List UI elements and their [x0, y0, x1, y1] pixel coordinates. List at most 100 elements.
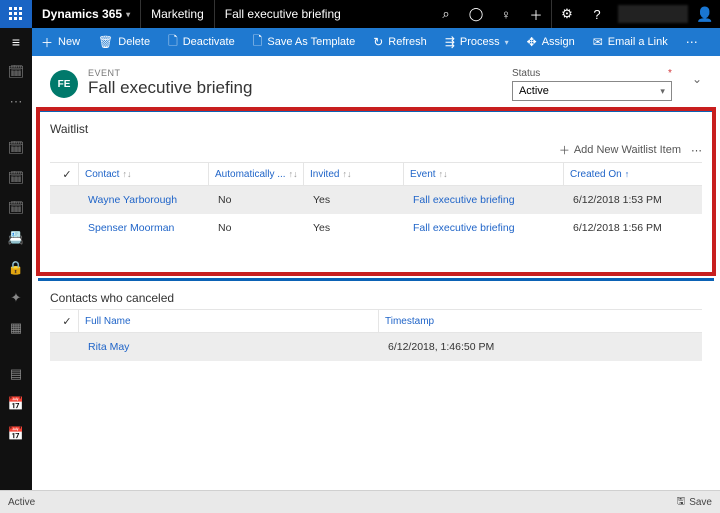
chevron-down-icon: ▾: [126, 10, 130, 19]
nav-item-recent-icon[interactable]: 🗓: [6, 62, 26, 82]
contact-link[interactable]: Spenser Moorman: [78, 222, 208, 234]
left-nav-rail: 🗓 ⋯ 🗓 🗓 🗓 📇 🔒 ✦ ▦ ▤ 📅 📅: [0, 56, 32, 490]
user-avatar[interactable]: 👤: [694, 3, 716, 25]
col-invited[interactable]: Invited↑↓: [303, 163, 403, 185]
lightbulb-icon[interactable]: ♀: [491, 0, 521, 28]
ellipsis-icon: ⋯: [686, 35, 698, 49]
select-all-checkbox[interactable]: ✓: [50, 310, 78, 332]
assign-button[interactable]: ✥Assign: [518, 28, 584, 56]
nav-item-grid-icon[interactable]: ▦: [6, 318, 26, 338]
process-button[interactable]: ⇶ Process ▾: [436, 28, 518, 56]
refresh-label: Refresh: [388, 36, 427, 48]
col-auto[interactable]: Automatically ...↑↓: [208, 163, 303, 185]
task-icon[interactable]: ◯: [461, 0, 491, 28]
entity-label: EVENT: [88, 68, 512, 78]
status-select[interactable]: Active ▾: [512, 81, 672, 101]
status-bar: Active 🖫 Save: [0, 490, 720, 513]
table-row[interactable]: Wayne Yarborough No Yes Fall executive b…: [50, 186, 702, 214]
process-label: Process: [460, 36, 500, 48]
tenant-name[interactable]: [618, 5, 688, 23]
status-bar-state: Active: [8, 497, 35, 508]
assign-label: Assign: [542, 36, 575, 48]
save-label: Save: [689, 497, 712, 508]
grid-more-button[interactable]: ⋯: [691, 144, 702, 157]
sort-icon: ↑↓: [122, 169, 131, 179]
nav-item-calendar2-icon[interactable]: 🗓: [6, 168, 26, 188]
breadcrumb-context[interactable]: Fall executive briefing: [215, 7, 351, 21]
new-button[interactable]: ＋ New: [32, 28, 89, 56]
chevron-down-icon: ▾: [505, 38, 509, 47]
nav-item-more-icon[interactable]: ⋯: [6, 92, 26, 112]
nav-item-date-icon[interactable]: 📅: [6, 394, 26, 414]
col-created[interactable]: Created On↑: [563, 163, 702, 185]
gear-icon[interactable]: ⚙: [552, 0, 582, 28]
deactivate-label: Deactivate: [183, 36, 235, 48]
required-indicator: *: [668, 68, 672, 79]
cell-invited: Yes: [303, 222, 403, 234]
global-top-bar: Dynamics 365 ▾ Marketing Fall executive …: [0, 0, 720, 28]
email-link-button[interactable]: ✉Email a Link: [584, 28, 677, 56]
canceled-panel: Contacts who canceled ✓ Full Name Timest…: [38, 278, 714, 373]
more-commands-button[interactable]: ⋯: [677, 28, 707, 56]
nav-item-calendar-icon[interactable]: 🗓: [6, 138, 26, 158]
refresh-button[interactable]: ↻Refresh: [364, 28, 436, 56]
save-as-template-button[interactable]: 🗋 Save As Template: [244, 28, 365, 56]
table-row[interactable]: Spenser Moorman No Yes Fall executive br…: [50, 214, 702, 242]
nav-item-calendar3-icon[interactable]: 🗓: [6, 198, 26, 218]
cell-timestamp: 6/12/2018, 1:46:50 PM: [378, 341, 702, 353]
nav-item-date2-icon[interactable]: 📅: [6, 424, 26, 444]
product-switcher[interactable]: Dynamics 365 ▾: [32, 7, 140, 21]
event-link[interactable]: Fall executive briefing: [403, 194, 563, 206]
search-icon[interactable]: ⌕: [431, 0, 461, 28]
delete-label: Delete: [118, 36, 150, 48]
nav-item-panel-icon[interactable]: ▤: [6, 364, 26, 384]
sort-icon: ↑↓: [439, 169, 448, 179]
event-link[interactable]: Fall executive briefing: [403, 222, 563, 234]
content-area: FE EVENT Fall executive briefing Status …: [32, 56, 720, 490]
help-icon[interactable]: ?: [582, 0, 612, 28]
app-launcher-button[interactable]: [0, 0, 32, 28]
save-as-template-label: Save As Template: [267, 36, 355, 48]
cell-created: 6/12/2018 1:53 PM: [563, 194, 702, 206]
cell-invited: Yes: [303, 194, 403, 206]
add-waitlist-item-button[interactable]: ＋ Add New Waitlist Item: [559, 142, 681, 158]
col-event[interactable]: Event↑↓: [403, 163, 563, 185]
command-bar: ≡ ＋ New 🗑Delete 🗋Deactivate 🗋 Save As Temp…: [0, 28, 720, 56]
delete-button[interactable]: 🗑Delete: [89, 28, 159, 56]
sort-icon: ↑↓: [342, 169, 351, 179]
save-button[interactable]: 🖫 Save: [677, 494, 712, 511]
contact-link[interactable]: Rita May: [78, 341, 378, 353]
process-icon: ⇶: [445, 35, 455, 49]
canceled-title: Contacts who canceled: [50, 291, 702, 305]
navigation-toggle[interactable]: ≡: [0, 28, 32, 56]
cell-auto: No: [208, 194, 303, 206]
waffle-icon: [9, 7, 23, 21]
col-contact[interactable]: Contact↑↓: [78, 163, 208, 185]
cell-auto: No: [208, 222, 303, 234]
chevron-down-icon: ▾: [660, 86, 665, 97]
expand-header-button[interactable]: ⌄: [692, 68, 702, 86]
nav-item-lock-icon[interactable]: 🔒: [6, 258, 26, 278]
product-name: Dynamics 365: [42, 7, 122, 21]
contact-link[interactable]: Wayne Yarborough: [78, 194, 208, 206]
plus-icon: ＋: [559, 142, 570, 158]
add-icon[interactable]: ＋: [521, 0, 551, 28]
nav-item-contact-icon[interactable]: 📇: [6, 228, 26, 248]
save-icon: 🖫: [677, 494, 686, 511]
template-icon: 🗋: [253, 32, 263, 53]
sort-icon: ↑↓: [289, 169, 298, 179]
record-header: FE EVENT Fall executive briefing Status …: [32, 56, 720, 109]
table-row[interactable]: Rita May 6/12/2018, 1:46:50 PM: [50, 333, 702, 361]
new-label: New: [58, 36, 80, 48]
plus-icon: ＋: [41, 34, 53, 51]
waitlist-title: Waitlist: [50, 122, 702, 136]
nav-item-chart-icon[interactable]: ✦: [6, 288, 26, 308]
col-full-name[interactable]: Full Name: [78, 310, 378, 332]
module-name[interactable]: Marketing: [141, 7, 214, 21]
sort-icon: ↑: [625, 169, 630, 179]
select-all-checkbox[interactable]: ✓: [50, 163, 78, 185]
status-label: Status: [512, 68, 540, 79]
deactivate-button[interactable]: 🗋Deactivate: [159, 28, 244, 56]
waitlist-panel: Waitlist ＋ Add New Waitlist Item ⋯ ✓ Con…: [38, 109, 714, 274]
col-timestamp[interactable]: Timestamp: [378, 310, 702, 332]
